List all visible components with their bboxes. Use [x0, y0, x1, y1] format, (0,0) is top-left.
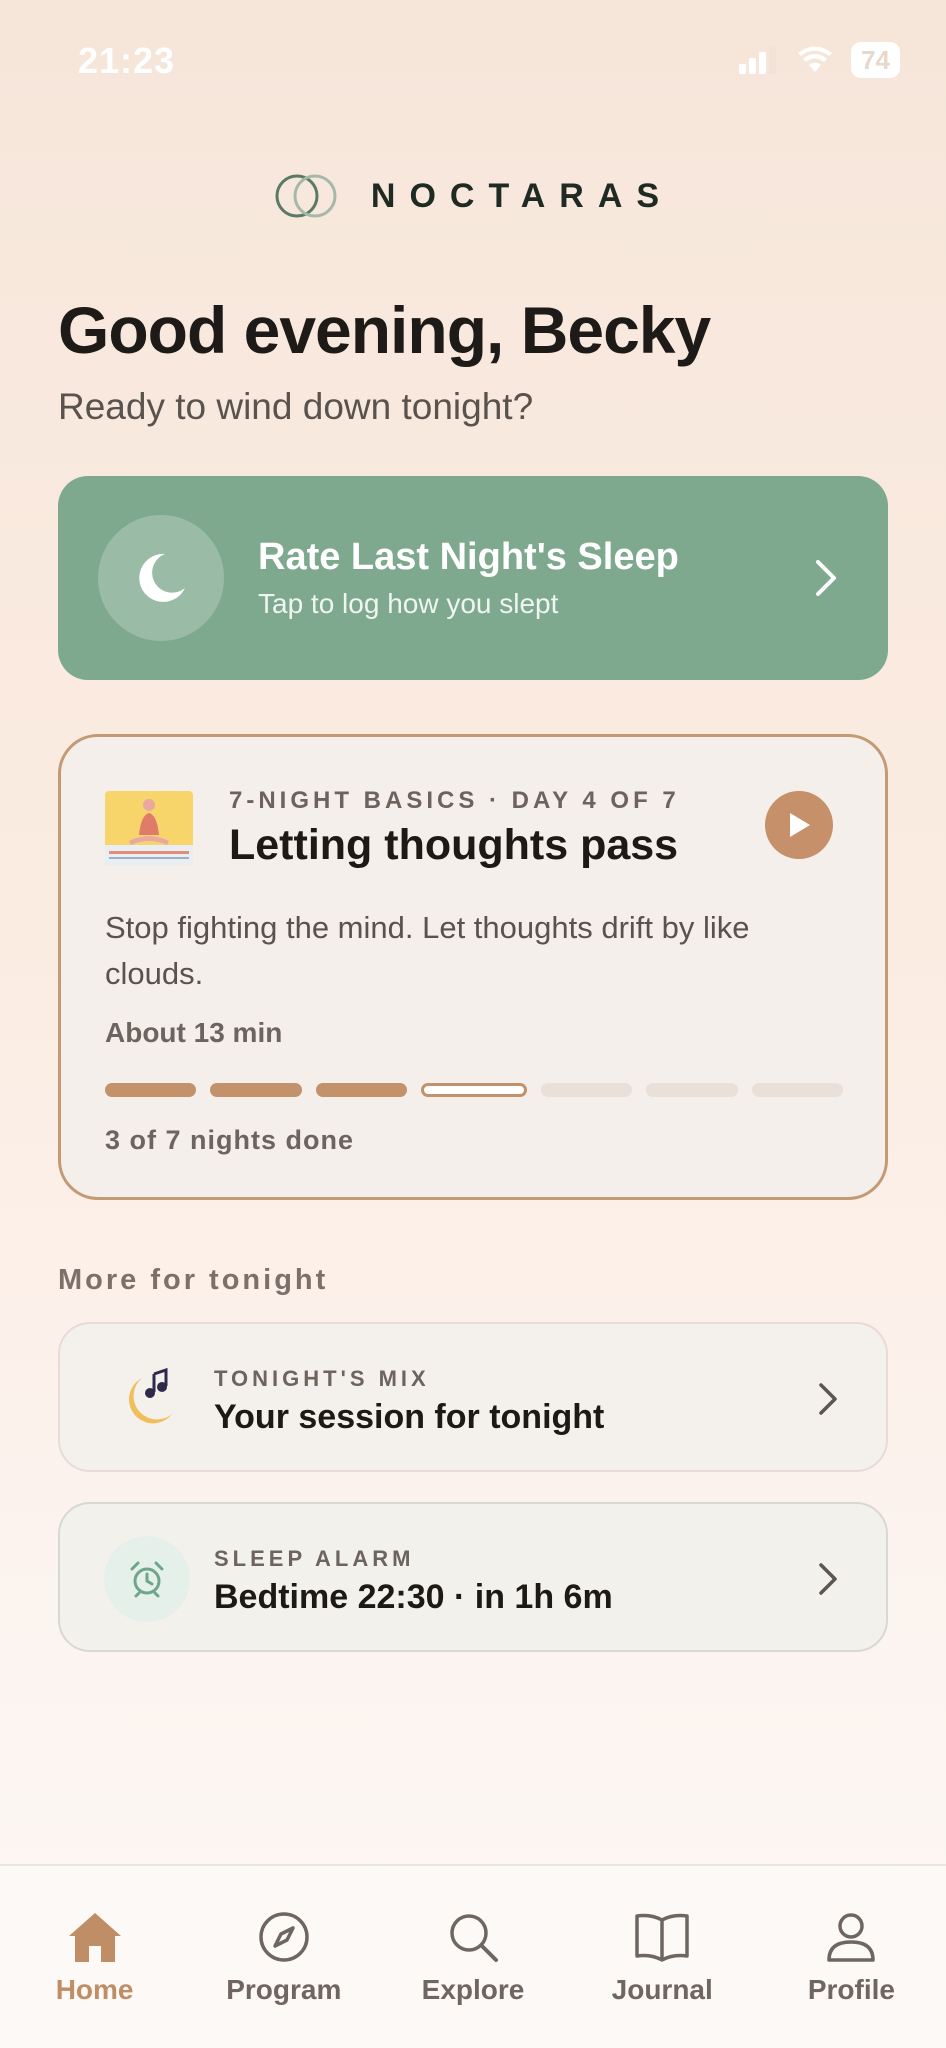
tonights-mix-card[interactable]: TONIGHT'S MIX Your session for tonight: [58, 1322, 888, 1472]
rate-sleep-title: Rate Last Night's Sleep: [258, 536, 679, 578]
tab-label: Explore: [421, 1974, 525, 2005]
signal-icon: [739, 46, 777, 74]
home-icon: [68, 1913, 121, 1962]
progress-segment-pending: [751, 1083, 843, 1097]
chevron-right-icon: [819, 1563, 837, 1595]
moon-music-icon: [104, 1356, 190, 1442]
tab-profile[interactable]: Profile: [757, 1866, 946, 2048]
chevron-right-icon: [816, 560, 836, 596]
logo-rings-icon: [275, 174, 337, 218]
tab-label: Journal: [611, 1974, 713, 2005]
rate-sleep-card[interactable]: Rate Last Night's Sleep Tap to log how y…: [58, 476, 888, 680]
tab-journal[interactable]: Journal: [568, 1866, 757, 2048]
greeting-title: Good evening, Becky: [58, 293, 711, 367]
program-progress-label: 3 of 7 nights done: [105, 1125, 355, 1155]
program-duration: About 13 min: [105, 1017, 283, 1048]
program-card[interactable]: 7-NIGHT BASICS · DAY 4 OF 7 Letting thou…: [58, 734, 888, 1200]
tab-label: Program: [226, 1974, 342, 2005]
play-button[interactable]: [765, 791, 833, 859]
section-title: More for tonight: [58, 1264, 329, 1296]
brand-name: NOCTARAS: [370, 176, 674, 215]
progress-segment-current: [420, 1083, 528, 1097]
status-icons: 74: [739, 42, 900, 78]
battery-indicator: 74: [851, 42, 900, 78]
program-kicker: 7-NIGHT BASICS · DAY 4 OF 7: [229, 787, 680, 814]
progress-segment-pending: [646, 1083, 738, 1097]
brand-logo: NOCTARAS: [0, 172, 946, 220]
alarm-title: Bedtime 22:30 · in 1h 6m: [214, 1578, 613, 1616]
tab-home[interactable]: Home: [0, 1866, 189, 2048]
bottom-tab-bar: Home Program Explore Journal Profile: [0, 1864, 946, 2048]
tab-explore[interactable]: Explore: [378, 1866, 567, 2048]
program-description: Stop fighting the mind. Let thoughts dri…: [105, 910, 750, 991]
alarm-kicker: SLEEP ALARM: [214, 1546, 415, 1571]
status-time: 21:23: [78, 40, 176, 81]
program-progress: [105, 1083, 843, 1097]
wifi-icon: [798, 46, 833, 72]
sleep-alarm-card[interactable]: SLEEP ALARM Bedtime 22:30 · in 1h 6m: [58, 1502, 888, 1652]
rate-sleep-subtitle: Tap to log how you slept: [258, 588, 559, 619]
status-bar: 21:23 74: [0, 0, 946, 120]
tab-label: Profile: [807, 1974, 895, 2005]
compass-icon: [259, 1912, 309, 1962]
meditation-thumbnail: [105, 791, 193, 865]
progress-segment-done: [105, 1083, 197, 1097]
tab-label: Home: [55, 1974, 134, 2005]
play-icon: [790, 813, 810, 837]
alarm-clock-icon: [104, 1536, 190, 1622]
book-icon: [635, 1913, 689, 1962]
chevron-right-icon: [819, 1383, 837, 1415]
moon-icon: [98, 515, 224, 641]
person-icon: [827, 1913, 876, 1962]
progress-segment-done: [315, 1083, 407, 1097]
mix-title: Your session for tonight: [214, 1398, 605, 1436]
tab-program[interactable]: Program: [189, 1866, 378, 2048]
program-title: Letting thoughts pass: [229, 821, 679, 869]
mix-kicker: TONIGHT'S MIX: [214, 1366, 430, 1391]
search-icon: [450, 1914, 498, 1962]
greeting-subtitle: Ready to wind down tonight?: [58, 386, 534, 427]
progress-segment-pending: [541, 1083, 633, 1097]
progress-segment-done: [210, 1083, 302, 1097]
